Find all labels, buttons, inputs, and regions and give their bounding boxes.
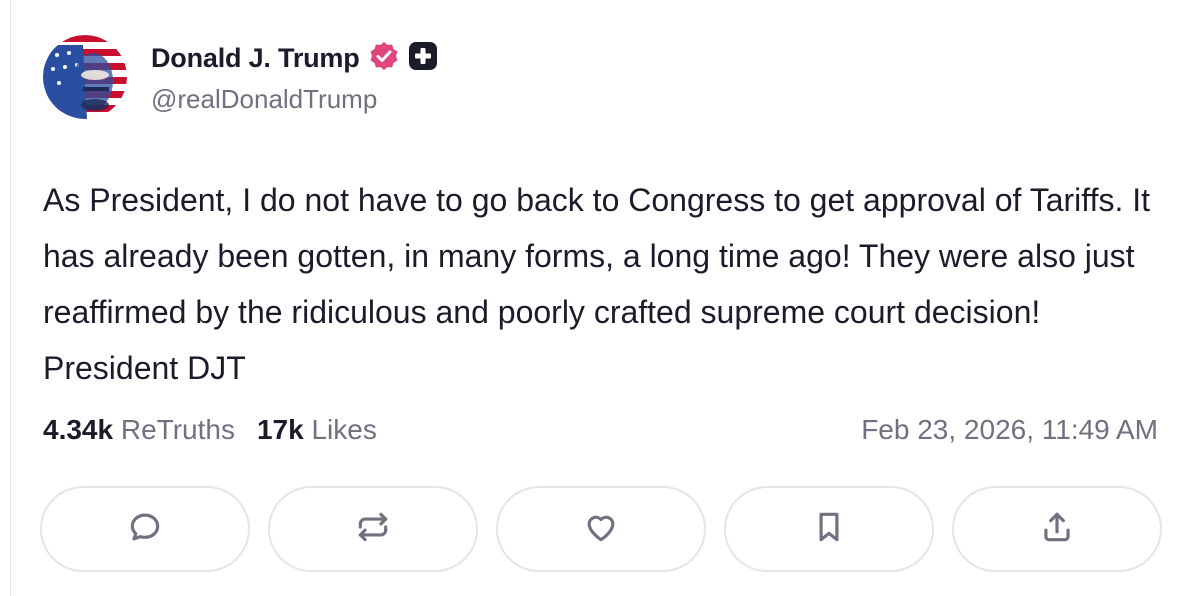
- bookmark-button[interactable]: [724, 486, 934, 572]
- retruths-count: 4.34k: [43, 414, 114, 445]
- avatar[interactable]: [43, 35, 127, 119]
- author-name[interactable]: Donald J. Trump: [151, 43, 360, 74]
- post-timestamp[interactable]: Feb 23, 2026, 11:49 AM: [861, 414, 1158, 446]
- share-icon: [1038, 508, 1076, 551]
- author-handle[interactable]: @realDonaldTrump: [151, 84, 377, 115]
- comment-icon: [126, 508, 164, 551]
- likes-count: 17k: [256, 414, 304, 445]
- bookmark-icon: [810, 508, 848, 551]
- action-bar: [40, 486, 1162, 572]
- post-stats: 4.34k ReTruths 17k Likes: [43, 414, 377, 446]
- retruths-label: ReTruths: [120, 414, 235, 445]
- likes-stat[interactable]: 17k Likes: [257, 414, 377, 445]
- retruths-stat[interactable]: 4.34k ReTruths: [43, 414, 235, 445]
- share-button[interactable]: [952, 486, 1162, 572]
- likes-label: Likes: [311, 414, 377, 445]
- plus-badge-icon: [408, 41, 438, 76]
- avatar-image: [43, 35, 127, 119]
- repost-icon: [354, 508, 392, 551]
- post-text: As President, I do not have to go back t…: [43, 182, 1151, 386]
- reply-button[interactable]: [40, 486, 250, 572]
- heart-icon: [582, 508, 620, 551]
- retruth-button[interactable]: [268, 486, 478, 572]
- verified-badge-icon: [368, 40, 400, 77]
- author-row: Donald J. Trump: [151, 40, 438, 76]
- like-button[interactable]: [496, 486, 706, 572]
